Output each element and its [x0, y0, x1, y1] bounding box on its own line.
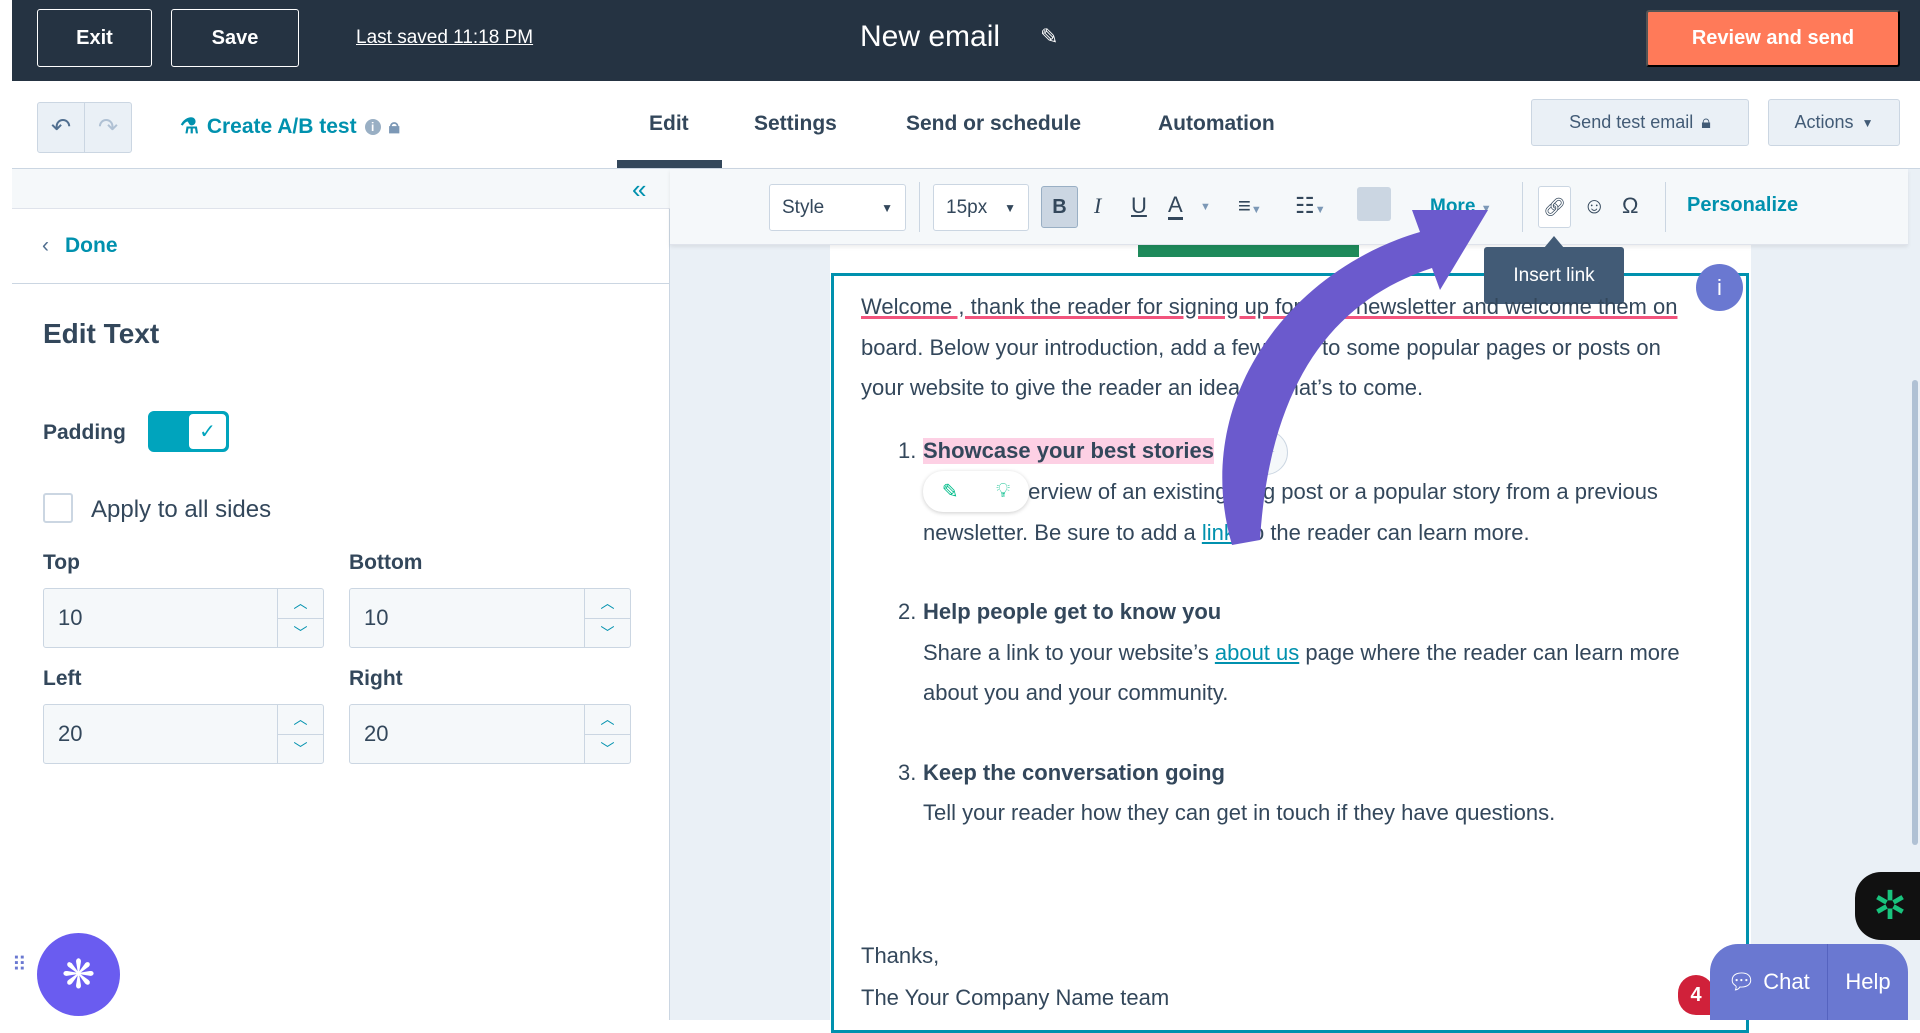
scrollbar[interactable] [1912, 380, 1918, 845]
chat-help-widget: 💬︎ Chat Help [1710, 944, 1908, 1020]
arrow-shape [1222, 210, 1488, 545]
help-button[interactable]: Help [1828, 944, 1908, 1020]
notification-badge[interactable]: 4 [1678, 975, 1714, 1015]
chat-button[interactable]: 💬︎ Chat [1710, 944, 1828, 1020]
chatgpt-extension-icon[interactable]: ✲ [1855, 872, 1920, 940]
pointer-arrow [1222, 210, 1488, 545]
chat-label: Chat [1763, 969, 1810, 994]
chat-bubble-icon: 💬︎ [1727, 969, 1756, 994]
